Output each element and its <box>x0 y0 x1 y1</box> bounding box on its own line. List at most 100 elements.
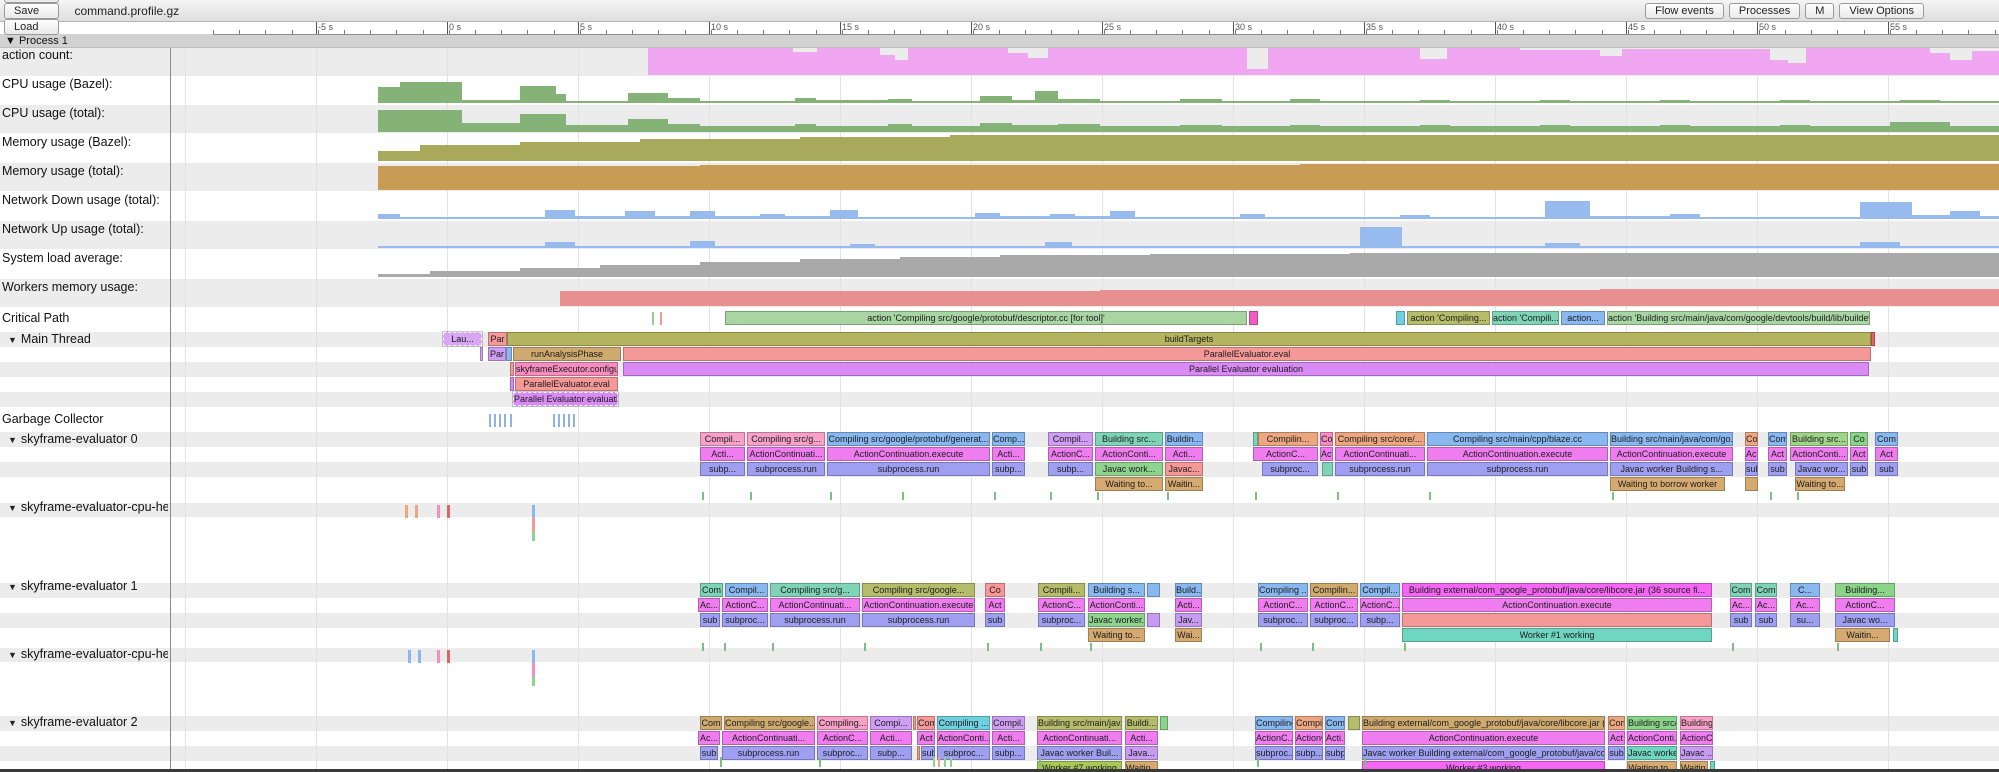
trace-slice-actioncontinuati[interactable]: ActionContinuati... <box>1037 731 1122 745</box>
trace-slice-compil[interactable]: Compil... <box>992 716 1025 730</box>
trace-slice-worker-1-working[interactable]: Worker #1 working <box>1402 628 1712 642</box>
timeline-ruler[interactable]: -5 s0 s5 s10 s15 s20 s25 s30 s35 s40 s45… <box>213 22 1999 35</box>
trace-slice-par[interactable]: Par <box>488 347 506 361</box>
collapse-triangle[interactable]: ▼ <box>8 335 17 345</box>
trace-slice-parallelevaluator-eval[interactable]: ParallelEvaluator.eval <box>623 347 1871 361</box>
trace-slice-building-external-com-google-protobuf-ja[interactable]: Building external/com_google_protobuf/ja… <box>1362 716 1605 730</box>
trace-slice-wai[interactable]: Wai... <box>1175 628 1202 642</box>
trace-slice[interactable] <box>1402 613 1712 627</box>
trace-slice-buildi[interactable]: Buildi... <box>1125 716 1158 730</box>
trace-slice[interactable] <box>1249 311 1258 325</box>
trace-slice-sub[interactable]: sub <box>700 746 718 760</box>
toolbar-button-flow-events[interactable]: Flow events <box>1645 3 1724 19</box>
toolbar-button-m[interactable]: M <box>1805 3 1834 19</box>
trace-slice-com[interactable]: Com <box>1768 432 1787 446</box>
trace-slice-subp[interactable]: subp... <box>992 746 1025 760</box>
trace-slice-sub[interactable]: sub <box>1608 746 1625 760</box>
trace-slice-acti[interactable]: Acti... <box>1325 731 1345 745</box>
trace-slice-co[interactable]: Co <box>1745 432 1758 446</box>
trace-slice-compil[interactable]: Compil... <box>700 432 745 446</box>
trace-slice-runanalysisphase[interactable]: runAnalysisPhase <box>513 347 621 361</box>
trace-slice-actionc[interactable]: ActionC... <box>1255 731 1293 745</box>
collapse-triangle[interactable]: ▼ <box>8 435 17 445</box>
trace-slice-compiling[interactable]: Compiling... <box>1255 716 1293 730</box>
trace-slice[interactable] <box>1396 311 1405 325</box>
trace-slice-subproc[interactable]: subproc... <box>1310 613 1358 627</box>
trace-slice-com[interactable]: Com <box>1875 432 1898 446</box>
trace-slice-waitin[interactable]: Waitin... <box>1165 477 1203 491</box>
trace-slice-act[interactable]: Act <box>1608 731 1625 745</box>
trace-slice-actionc[interactable]: ActionC... <box>1038 598 1085 612</box>
trace-slice-subproc[interactable]: subproc... <box>1038 613 1085 627</box>
trace-slice-build[interactable]: Build... <box>1175 583 1202 597</box>
trace-slice-javac-worker[interactable]: Javac worker... <box>1088 613 1145 627</box>
trace-slice-c[interactable]: C... <box>1790 583 1820 597</box>
trace-slice-actionconti[interactable]: ActionConti... <box>1790 447 1848 461</box>
trace-slice-sub[interactable]: sub <box>700 613 720 627</box>
trace-slice-building-s[interactable]: Building s... <box>1088 583 1145 597</box>
trace-slice-ac[interactable]: Ac... <box>698 598 720 612</box>
collapse-triangle[interactable]: ▼ <box>5 35 16 47</box>
trace-slice-ac[interactable]: Ac... <box>1755 598 1777 612</box>
trace-slice-subp[interactable]: subp... <box>992 462 1025 476</box>
trace-slice-building-src-main-jav[interactable]: Building src/main/jav... <box>1037 716 1122 730</box>
counter-track-cpu-usage-bazel[interactable] <box>0 76 1999 103</box>
trace-slice-building[interactable]: Building... <box>1835 583 1895 597</box>
trace-slice-sub[interactable]: sub <box>1745 462 1758 476</box>
collapse-triangle[interactable]: ▼ <box>8 718 17 728</box>
trace-slice-act[interactable]: Act <box>1320 447 1333 461</box>
trace-slice-compiling-src-google[interactable]: Compiling src/google... <box>862 583 975 597</box>
trace-slice[interactable] <box>1893 628 1898 642</box>
trace-slice-sub[interactable]: sub <box>1768 462 1787 476</box>
trace-slice-act[interactable]: Act <box>1768 447 1787 461</box>
trace-slice-sub[interactable]: sub <box>1875 462 1898 476</box>
trace-slice-acti[interactable]: Acti... <box>992 447 1025 461</box>
trace-slice-compiling-src-google[interactable]: Compiling src/google... <box>724 716 815 730</box>
trace-slice-actionc[interactable]: ActionC... <box>722 598 768 612</box>
trace-slice-subprocess-run[interactable]: subprocess.run <box>770 613 860 627</box>
trace-slice-acti[interactable]: Acti... <box>992 731 1025 745</box>
process-header[interactable]: ▼ Process 1 <box>0 34 1999 48</box>
trace-slice-subproc[interactable]: subproc... <box>722 613 768 627</box>
trace-slice-sub[interactable]: sub <box>1850 462 1868 476</box>
trace-slice-action[interactable]: action... <box>1561 311 1605 325</box>
trace-slice-buildtargets[interactable]: buildTargets <box>507 332 1871 346</box>
trace-slice[interactable] <box>510 362 514 376</box>
trace-slice-acti[interactable]: Acti... <box>870 731 912 745</box>
trace-slice-subprocess-run[interactable]: subprocess.run <box>827 462 990 476</box>
trace-slice-actionc[interactable]: ActionC... <box>1680 731 1713 745</box>
trace-slice-compiling-src-google-protobuf-generat[interactable]: Compiling src/google/protobuf/generat... <box>827 432 990 446</box>
trace-slice-jav[interactable]: Jav... <box>1175 613 1202 627</box>
toolbar-button-view-options[interactable]: View Options <box>1839 3 1924 19</box>
sidebar-label-main-thread[interactable]: ▼Main Thread <box>0 332 168 346</box>
trace-slice-comp[interactable]: Comp... <box>992 432 1025 446</box>
trace-slice-action-compiling-src-google-protobuf-des[interactable]: action 'Compiling src/google/protobuf/de… <box>725 311 1247 325</box>
trace-slice-ac[interactable]: Ac... <box>1790 598 1820 612</box>
trace-slice-actionconti[interactable]: ActionConti... <box>1095 447 1163 461</box>
trace-slice-act[interactable]: Act <box>1875 447 1898 461</box>
trace-slice-sub[interactable]: sub <box>1730 613 1752 627</box>
trace-slice[interactable] <box>1147 583 1160 597</box>
sidebar-label-skyframe-evaluator-0[interactable]: ▼skyframe-evaluator 0 <box>0 432 168 446</box>
trace-slice[interactable] <box>1322 462 1333 476</box>
trace-slice-com[interactable]: Com <box>1730 583 1752 597</box>
trace-slice-acti[interactable]: Acti... <box>1175 598 1202 612</box>
trace-slice-sub[interactable]: sub <box>1755 613 1777 627</box>
trace-slice-parallel-evaluator-evaluation[interactable]: Parallel Evaluator evaluation <box>513 392 618 406</box>
trace-slice-actionc[interactable]: ActionC... <box>1253 447 1318 461</box>
trace-slice-actionc[interactable]: ActionC... <box>1258 598 1308 612</box>
trace-slice-java[interactable]: Java... <box>1125 746 1158 760</box>
trace-slice-compiling-src-core[interactable]: Compiling src/core/... <box>1335 432 1425 446</box>
trace-slice-actioncontinuation-execute[interactable]: ActionContinuation.execute <box>827 447 990 461</box>
sidebar-label-skyframe-evaluator-cpu-heavy[interactable]: ▼skyframe-evaluator-cpu-heavy- <box>0 647 168 661</box>
trace-slice-subp[interactable]: subp... <box>870 746 912 760</box>
trace-slice[interactable] <box>917 746 920 760</box>
trace-slice-subp[interactable]: subp... <box>1360 613 1400 627</box>
trace-slice-act[interactable]: Act <box>985 598 1005 612</box>
trace-slice-compiling[interactable]: Compiling ... <box>1258 583 1308 597</box>
trace-slice-actionc[interactable]: ActionC... <box>1360 598 1400 612</box>
toolbar-button-load[interactable]: Load <box>4 19 59 35</box>
trace-slice-actioncontinuati[interactable]: ActionContinuati... <box>1335 447 1425 461</box>
trace-slice-subprocess-run[interactable]: subprocess.run <box>1427 462 1608 476</box>
trace-slice-acti[interactable]: Acti... <box>1125 731 1158 745</box>
